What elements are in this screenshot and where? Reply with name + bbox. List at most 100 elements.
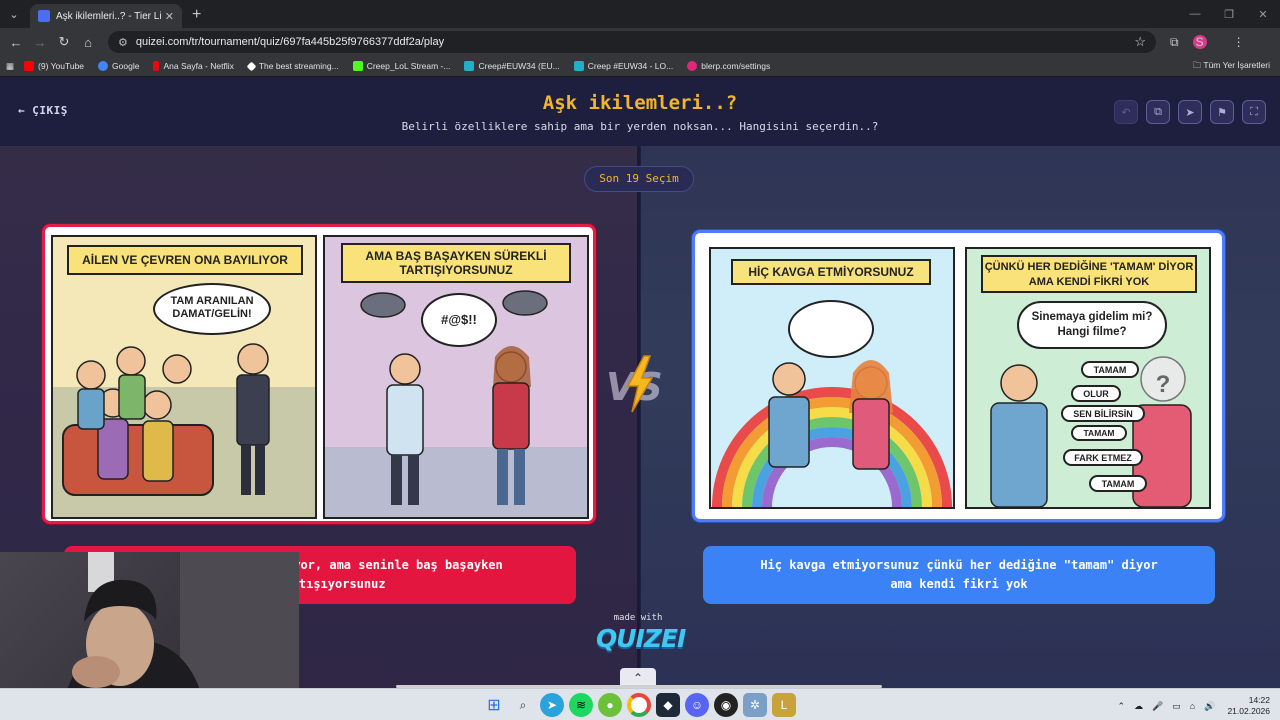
right-option-image[interactable]: HİÇ KAVGA ETMİYORSUNUZ ÇÜNKÜ HER DEDİĞİN… (692, 230, 1225, 522)
tab-title: Aşk ikilemleri..? - Tier List, Kör S (56, 10, 161, 22)
active-tab[interactable]: Aşk ikilemleri..? - Tier List, Kör S ✕ (30, 4, 182, 28)
chrome-icon[interactable] (627, 693, 651, 717)
taskbar-apps: ⊞ ⌕ ➤ ≋ ● ◆ ☺ ◉ ✲ L (482, 693, 801, 717)
right-speech-bubble: Sinemaya gidelim mi? Hangi filme? (1017, 301, 1167, 349)
search-icon[interactable]: ⌕ (511, 693, 535, 717)
address-bar[interactable]: ⚙ quizei.com/tr/tournament/quiz/697fa445… (108, 31, 1156, 53)
extensions-icon[interactable]: ⧉ (1170, 35, 1179, 50)
bookmark-leagueofgraphs[interactable]: Creep#EUW34 (EU... (464, 61, 560, 71)
quizei-logo[interactable]: QUIZEI (596, 624, 686, 653)
window-controls: — ❐ ✕ (1178, 0, 1280, 28)
family-illustration (62, 343, 270, 496)
header-actions: ↶ ⧉ ➤ ⚑ ⛶ (1106, 100, 1266, 124)
url-text: quizei.com/tr/tournament/quiz/697fa445b2… (135, 36, 445, 48)
youtube-icon (24, 61, 35, 71)
obs-icon[interactable]: ◉ (714, 693, 738, 717)
discord-icon[interactable]: ☺ (685, 693, 709, 717)
browser-toolbar: ← → ↻ ⌂ ⚙ quizei.com/tr/tournament/quiz/… (0, 28, 1280, 56)
close-tab-icon[interactable]: ✕ (165, 10, 174, 23)
bookmark-youtube[interactable]: (9) YouTube (24, 61, 84, 71)
undo-icon[interactable]: ↶ (1114, 100, 1138, 124)
share-icon[interactable]: ➤ (1178, 100, 1202, 124)
quiz-title: Aşk ikilemleri..? (542, 92, 738, 114)
bookmark-dpm[interactable]: Creep #EUW34 - LO... (573, 61, 673, 71)
display-icon[interactable]: ▭ (1172, 701, 1181, 712)
blerp-icon (687, 61, 698, 71)
tab-search-icon[interactable]: ⌄ (0, 0, 28, 28)
left-option-image[interactable]: AİLEN VE ÇEVREN ONA BAYILIYOR TAM ARANIL… (42, 224, 596, 524)
forward-icon[interactable]: → (28, 35, 52, 50)
new-tab-icon[interactable]: + (192, 4, 201, 28)
left-banner-2: AMA BAŞ BAŞAYKEN SÜREKLİ TARTIŞIYORSUNUZ (341, 243, 571, 283)
windows-start-icon[interactable]: ⊞ (482, 693, 506, 717)
site-info-icon[interactable]: ⚙ (118, 36, 128, 49)
browser-menu-icon[interactable]: ⋮ (1233, 35, 1245, 49)
made-with-label: made with (613, 613, 663, 623)
restore-icon[interactable]: ❐ (1212, 8, 1246, 21)
kick-icon (352, 61, 363, 71)
microphone-icon[interactable]: 🎤 (1152, 701, 1163, 712)
tab-strip: ⌄ Aşk ikilemleri..? - Tier List, Kör S ✕… (0, 0, 1280, 28)
right-panel-rainbow: HİÇ KAVGA ETMİYORSUNUZ (709, 247, 955, 509)
clock[interactable]: 14:22 21.02.2026 (1227, 695, 1270, 717)
bookmark-star-icon[interactable]: ☆ (1134, 34, 1146, 50)
right-banner-2: ÇÜNKÜ HER DEDİĞİNE 'TAMAM' DİYOR AMA KEN… (981, 255, 1197, 293)
google-icon (98, 61, 109, 71)
apps-grid-icon[interactable]: ▦ (6, 61, 14, 72)
left-banner-1: AİLEN VE ÇEVREN ONA BAYILIYOR (67, 245, 303, 275)
rainbow-illustration (712, 300, 952, 507)
clock-time: 14:22 (1248, 695, 1270, 705)
volume-icon[interactable]: 🔊 (1204, 701, 1215, 712)
os-taskbar: ⊞ ⌕ ➤ ≋ ● ◆ ☺ ◉ ✲ L ⌃ ☁ 🎤 ▭ ⌂ 🔊 14:22 21… (0, 688, 1280, 720)
answer-2: OLUR (1071, 385, 1121, 402)
right-choice-line-1: Hiç kavga etmiyorsunuz çünkü her dediğin… (760, 558, 1158, 572)
quizei-favicon-icon (38, 10, 50, 22)
minimize-icon[interactable]: — (1178, 8, 1212, 20)
tray-expand-icon[interactable]: ⌃ (1118, 701, 1126, 712)
answer-4: TAMAM (1071, 425, 1127, 441)
clock-date: 21.02.2026 (1227, 706, 1270, 716)
bookmark-blerp[interactable]: blerp.com/settings (687, 61, 770, 71)
bookmark-kick[interactable]: Creep_LoL Stream -... (352, 61, 450, 71)
home-icon[interactable]: ⌂ (76, 35, 100, 50)
bookmark-netflix[interactable]: Ana Sayfa - Netflix (153, 61, 234, 71)
round-badge: Son 19 Seçim (584, 166, 694, 192)
lol-icon[interactable]: L (772, 693, 796, 717)
profile-avatar[interactable]: S (1192, 35, 1207, 49)
answer-1: TAMAM (1081, 361, 1139, 378)
diamond-icon (246, 61, 257, 71)
league-client-icon[interactable]: ◆ (656, 693, 680, 717)
right-choice-button[interactable]: Hiç kavga etmiyorsunuz çünkü her dediğin… (703, 546, 1215, 604)
copy-icon[interactable]: ⧉ (1146, 100, 1170, 124)
versus-icon: VS (606, 355, 663, 413)
close-window-icon[interactable]: ✕ (1246, 8, 1280, 21)
center-divider (637, 146, 640, 688)
reload-icon[interactable]: ↻ (52, 34, 76, 50)
fullscreen-icon[interactable]: ⛶ (1242, 100, 1266, 124)
l-icon (464, 61, 475, 71)
system-tray: ⌃ ☁ 🎤 ▭ ⌂ 🔊 14:22 21.02.2026 (1109, 695, 1270, 717)
spotify-icon[interactable]: ≋ (569, 693, 593, 717)
bookmarks-bar: ▦ (9) YouTube Google Ana Sayfa - Netflix… (0, 56, 1280, 77)
right-choice-line-2: ama kendi fikri yok (890, 577, 1028, 591)
right-banner-1: HİÇ KAVGA ETMİYORSUNUZ (731, 259, 931, 285)
argue-illustration (360, 290, 548, 505)
app-icon[interactable]: ✲ (743, 693, 767, 717)
duolingo-icon[interactable]: ● (598, 693, 622, 717)
back-icon[interactable]: ← (4, 35, 28, 50)
answer-5: FARK ETMEZ (1063, 449, 1143, 466)
network-icon[interactable]: ⌂ (1190, 701, 1195, 711)
flag-icon[interactable]: ⚑ (1210, 100, 1234, 124)
telegram-icon[interactable]: ➤ (540, 693, 564, 717)
right-panel-tamam: ÇÜNKÜ HER DEDİĞİNE 'TAMAM' DİYOR AMA KEN… (965, 247, 1211, 509)
bookmark-google[interactable]: Google (98, 61, 139, 71)
all-bookmarks[interactable]: 🗀 Tüm Yer İşaretleri (1193, 60, 1270, 74)
cloud-sync-icon[interactable]: ☁ (1134, 701, 1143, 712)
answer-3: SEN BİLİRSİN (1061, 405, 1145, 422)
quiz-subtitle: Belirli özelliklere sahip ama bir yerden… (401, 120, 879, 133)
question-face: ? (1155, 371, 1171, 398)
d-icon (573, 61, 584, 71)
left-panel-argue: AMA BAŞ BAŞAYKEN SÜREKLİ TARTIŞIYORSUNUZ… (323, 235, 589, 519)
bookmark-streaming[interactable]: The best streaming... (246, 61, 339, 71)
answer-6: TAMAM (1089, 475, 1147, 492)
